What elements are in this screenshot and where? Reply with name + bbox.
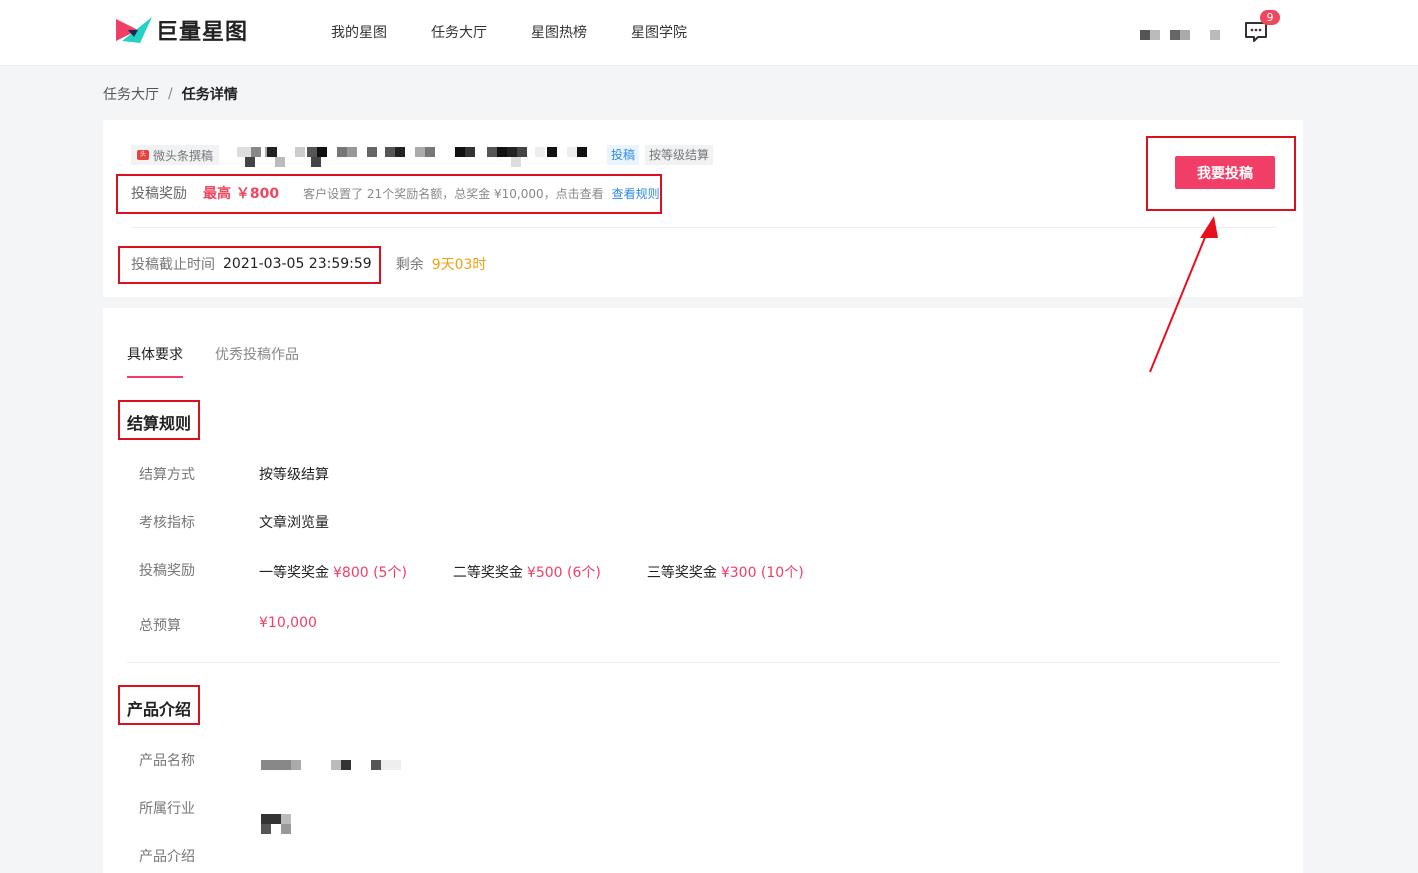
nav-item-hot-list[interactable]: 星图热榜 (531, 22, 587, 42)
prize-third: 三等奖奖金 ¥300 (10个) (647, 562, 804, 582)
breadcrumb: 任务大厅 / 任务详情 (103, 84, 238, 104)
platform-tag-label: 微头条撰稿 (153, 148, 214, 163)
detail-tabs: 具体要求 优秀投稿作品 (127, 344, 331, 378)
view-rules-link[interactable]: 查看规则 (612, 185, 660, 202)
prize-first-amount: ¥800 (5个) (333, 565, 407, 581)
remaining-label: 剩余 (395, 257, 424, 273)
logo-icon (116, 17, 152, 43)
deadline-value: 2021-03-05 23:59:59 (223, 256, 372, 272)
deadline-label: 投稿截止时间 (131, 257, 215, 273)
reward-row: 投稿奖励 最高 ￥800 客户设置了 21个奖励名额，总奖金 ¥10,000，点… (131, 183, 660, 203)
logo-text: 巨量星图 (156, 20, 249, 45)
prize-first: 一等奖奖金 ¥800 (5个) (259, 562, 407, 582)
prize-first-name: 一等奖奖金 (259, 565, 329, 581)
main-nav: 我的星图 任务大厅 星图热榜 星图学院 (331, 22, 731, 42)
breadcrumb-task-hall[interactable]: 任务大厅 (103, 84, 159, 104)
logo[interactable]: 巨量星图 (116, 16, 249, 45)
reward-label: 投稿奖励 (131, 186, 187, 202)
settlement-method-label: 结算方式 (139, 467, 195, 483)
settlement-method-value: 按等级结算 (259, 467, 329, 483)
prize-third-amount: ¥300 (10个) (720, 565, 804, 581)
product-name-redacted (259, 758, 419, 772)
breadcrumb-separator: / (168, 86, 173, 102)
nav-item-task-hall[interactable]: 任务大厅 (431, 22, 487, 42)
reward-max: 最高 ￥800 (203, 186, 280, 202)
prize-second: 二等奖奖金 ¥500 (6个) (453, 562, 601, 582)
metric-value: 文章浏览量 (259, 515, 329, 531)
breadcrumb-current: 任务详情 (181, 87, 238, 103)
industry-redacted (259, 814, 299, 834)
message-count-badge: 9 (1260, 10, 1280, 25)
product-section-title: 产品介绍 (127, 700, 192, 719)
deadline-row: 投稿截止时间 2021-03-05 23:59:59 剩余 9天03时 (131, 254, 486, 274)
product-name-label: 产品名称 (139, 753, 195, 769)
settlement-section-title: 结算规则 (127, 414, 192, 433)
prize-list: 一等奖奖金 ¥800 (5个) 二等奖奖金 ¥500 (6个) 三等奖奖金 ¥3… (259, 562, 850, 582)
prize-third-name: 三等奖奖金 (646, 565, 717, 581)
nav-item-my-xingtu[interactable]: 我的星图 (331, 22, 387, 42)
prize-second-name: 二等奖奖金 (452, 565, 523, 581)
prize-label: 投稿奖励 (139, 563, 195, 579)
tab-excellent-works[interactable]: 优秀投稿作品 (215, 344, 299, 378)
divider (127, 662, 1280, 663)
user-name-redacted[interactable] (1140, 30, 1220, 40)
task-tag-row: 头 微头条撰稿 投稿 按等级结算 (131, 143, 714, 167)
toutiao-icon: 头 (137, 150, 149, 160)
settlement-chip: 按等级结算 (645, 145, 714, 165)
platform-tag: 头 微头条撰稿 (131, 145, 220, 165)
industry-label: 所属行业 (139, 801, 195, 817)
task-title-redacted (237, 143, 597, 167)
budget-value: ¥10,000 (259, 615, 317, 631)
tab-requirements[interactable]: 具体要求 (127, 344, 183, 378)
task-detail-card: 具体要求 优秀投稿作品 结算规则 结算方式 按等级结算 考核指标 文章浏览量 投… (103, 308, 1303, 873)
nav-item-academy[interactable]: 星图学院 (631, 22, 687, 42)
product-intro-label: 产品介绍 (139, 849, 195, 865)
budget-label: 总预算 (139, 618, 181, 634)
type-chip: 投稿 (607, 145, 640, 165)
submit-entry-button[interactable]: 我要投稿 (1175, 156, 1275, 189)
top-header: 巨量星图 我的星图 任务大厅 星图热榜 星图学院 9 (0, 0, 1418, 66)
annotation-arrow (1149, 216, 1218, 373)
metric-label: 考核指标 (139, 515, 195, 531)
prize-second-amount: ¥500 (6个) (526, 565, 601, 581)
task-summary-card: 头 微头条撰稿 投稿 按等级结算 投稿奖励 最高 ￥800 客户设置了 21个奖… (103, 120, 1303, 297)
divider (131, 227, 1276, 228)
remaining-time: 9天03时 (431, 257, 487, 273)
reward-description: 客户设置了 21个奖励名额，总奖金 ¥10,000，点击查看 (303, 186, 604, 201)
